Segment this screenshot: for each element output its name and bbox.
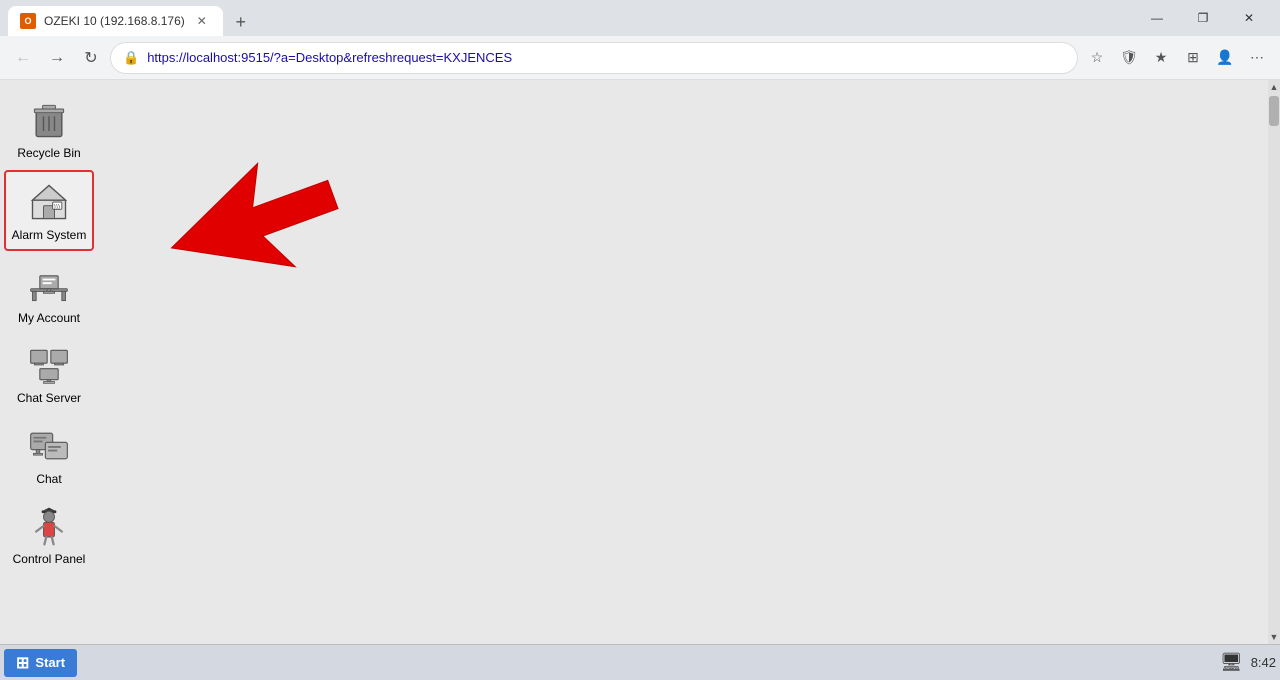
refresh-button[interactable]: ↻ xyxy=(76,43,106,73)
tab-bar: O OZEKI 10 (192.168.8.176) ✕ + — ❐ ✕ xyxy=(0,0,1280,36)
toolbar-right-buttons: ☆ 🛡 ★ ⊞ 👤 ⋯ xyxy=(1082,43,1272,73)
active-tab[interactable]: O OZEKI 10 (192.168.8.176) ✕ xyxy=(8,6,223,36)
scrollbar-thumb[interactable] xyxy=(1269,96,1279,126)
minimize-button[interactable]: — xyxy=(1134,0,1180,36)
tab-title: OZEKI 10 (192.168.8.176) xyxy=(44,14,185,28)
start-icon: ⊞ xyxy=(16,653,29,673)
lock-icon: 🔒 xyxy=(123,50,139,66)
taskbar-monitor-icon[interactable]: 🖥 xyxy=(1220,652,1243,673)
browser-frame: O OZEKI 10 (192.168.8.176) ✕ + — ❐ ✕ ← →… xyxy=(0,0,1280,680)
browser-toolbar: ← → ↻ 🔒 https://localhost:9515/?a=Deskto… xyxy=(0,36,1280,80)
recycle-bin-label: Recycle Bin xyxy=(17,146,80,160)
my-account-image xyxy=(25,261,73,309)
back-button[interactable]: ← xyxy=(8,43,38,73)
desktop-scrollbar[interactable]: ▲ ▼ xyxy=(1268,80,1280,644)
taskbar: ⊞ Start 🖥 8:42 xyxy=(0,644,1280,680)
tab-favicon: O xyxy=(20,13,36,29)
address-bar[interactable]: 🔒 https://localhost:9515/?a=Desktop&refr… xyxy=(110,42,1078,74)
recycle-bin-image xyxy=(25,96,73,144)
control-panel-image xyxy=(25,502,73,550)
scroll-down-arrow[interactable]: ▼ xyxy=(1268,630,1280,644)
bookmarks-icon[interactable]: ★ xyxy=(1146,43,1176,73)
scroll-up-arrow[interactable]: ▲ xyxy=(1268,80,1280,94)
start-button[interactable]: ⊞ Start xyxy=(4,649,77,677)
chat-label: Chat xyxy=(36,472,61,486)
control-panel-label: Control Panel xyxy=(13,552,86,566)
svg-text:))): ))) xyxy=(54,204,60,211)
alarm-system-icon[interactable]: ))) Alarm System xyxy=(4,170,94,250)
taskbar-right: 🖥 8:42 xyxy=(1220,652,1276,673)
profile-icon[interactable]: 👤 xyxy=(1210,43,1240,73)
bookmark-star-icon[interactable]: ☆ xyxy=(1082,43,1112,73)
my-account-label: My Account xyxy=(18,311,80,325)
tab-close-button[interactable]: ✕ xyxy=(193,12,211,30)
alarm-system-image: ))) xyxy=(25,178,73,226)
chat-image xyxy=(25,422,73,470)
recycle-bin-icon[interactable]: Recycle Bin xyxy=(4,90,94,166)
red-arrow-indicator xyxy=(150,160,350,325)
chat-icon[interactable]: Chat xyxy=(4,416,94,492)
maximize-button[interactable]: ❐ xyxy=(1180,0,1226,36)
new-tab-button[interactable]: + xyxy=(227,8,255,36)
desktop-area: Recycle Bin ))) Alarm Syste xyxy=(0,80,1280,644)
my-account-icon[interactable]: My Account xyxy=(4,255,94,331)
chat-server-image xyxy=(25,341,73,389)
url-text: https://localhost:9515/?a=Desktop&refres… xyxy=(147,50,1065,65)
alarm-system-label: Alarm System xyxy=(12,228,87,242)
forward-button[interactable]: → xyxy=(42,43,72,73)
shield-icon[interactable]: 🛡 xyxy=(1114,43,1144,73)
chat-server-label: Chat Server xyxy=(17,391,81,405)
start-label: Start xyxy=(35,655,65,670)
collections-icon[interactable]: ⊞ xyxy=(1178,43,1208,73)
close-button[interactable]: ✕ xyxy=(1226,0,1272,36)
taskbar-clock: 8:42 xyxy=(1251,655,1276,670)
desktop-icons-column: Recycle Bin ))) Alarm Syste xyxy=(0,80,100,644)
chat-server-icon[interactable]: Chat Server xyxy=(4,335,94,411)
window-controls: — ❐ ✕ xyxy=(1134,0,1272,36)
menu-icon[interactable]: ⋯ xyxy=(1242,43,1272,73)
control-panel-icon[interactable]: Control Panel xyxy=(4,496,94,572)
